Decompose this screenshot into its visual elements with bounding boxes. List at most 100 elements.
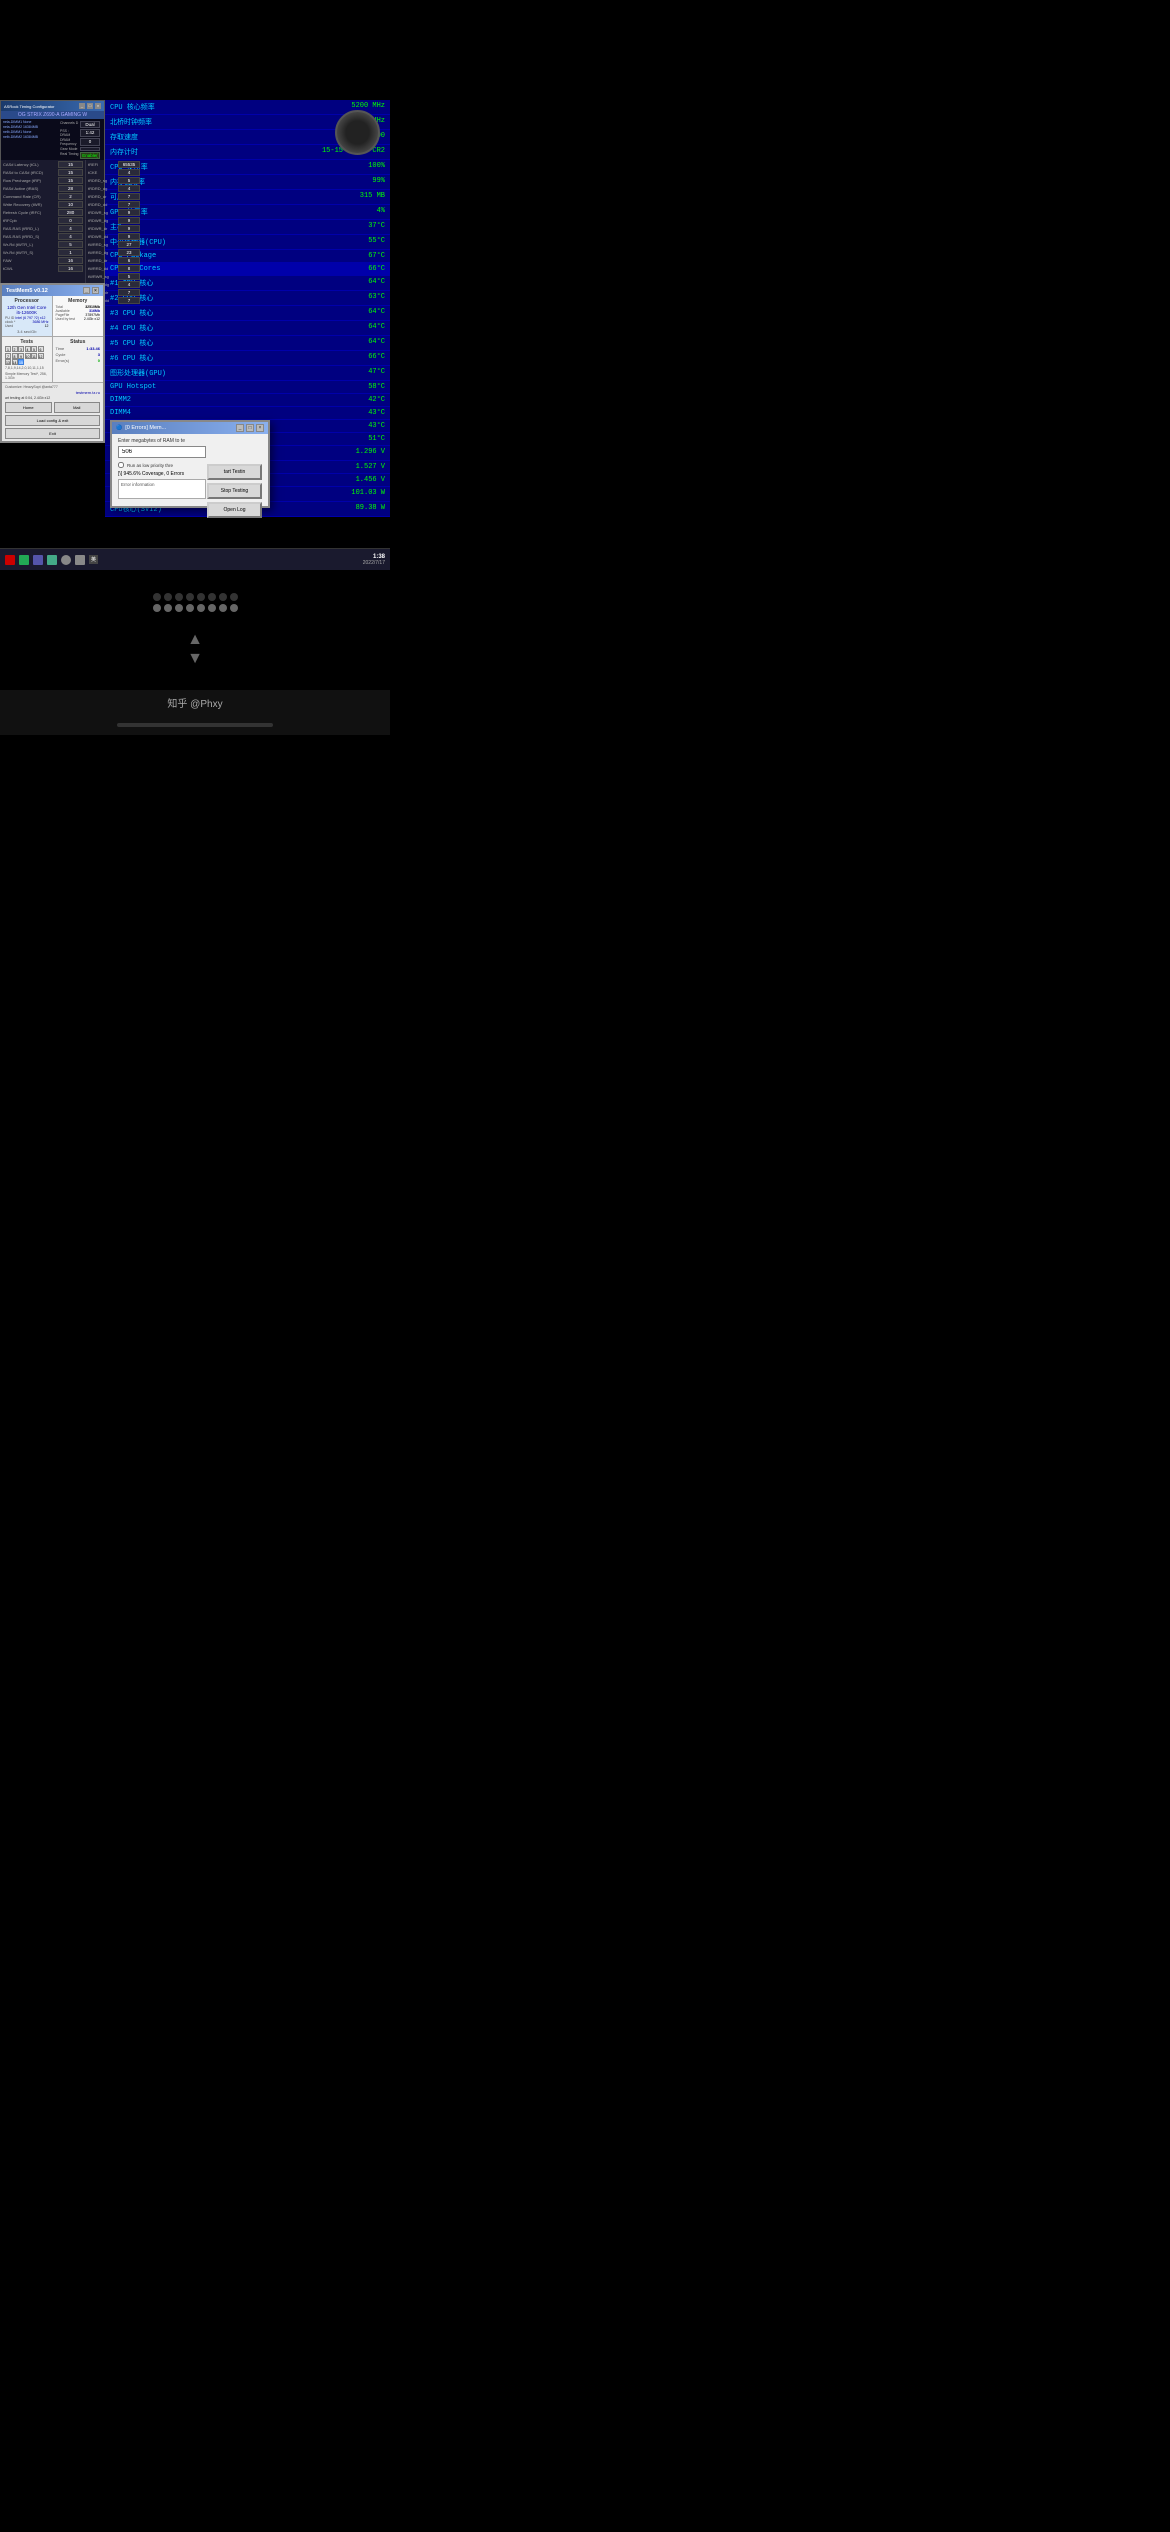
footer-text: 知乎 @Phxy [167,699,222,710]
asrock-minimize-btn[interactable]: _ [79,103,85,109]
hw-label-dimm2: DIMM2 [110,396,131,404]
test-15[interactable]: 15 [18,359,24,365]
testing-info: art testing at 0:04, 2.4Gb x12 [5,396,100,400]
test-13[interactable]: 13 [5,359,11,365]
test-5[interactable]: 5 [31,346,37,352]
hw-row-16: #5 CPU 核心 64°C [105,336,390,351]
test-3[interactable]: 3 [18,346,24,352]
hw-label-mem-timing: 内存计时 [110,147,138,157]
test-9[interactable]: 9 [18,353,24,359]
dialog-button-group: tart Testin Stop Testing Open Log [207,464,262,518]
taskbar-system-icon-3[interactable] [33,555,43,565]
asrock-window-controls: _ □ × [79,103,101,109]
dialog-error-label: Error information [121,482,155,487]
open-log-button[interactable]: Open Log [207,502,262,518]
exit-button[interactable]: Exit [5,428,100,439]
test-2[interactable]: 2 [12,346,18,352]
dialog-priority-checkbox[interactable] [118,462,124,468]
home-indicator-bar[interactable] [0,715,390,735]
hw-value-power2: 89.38 W [356,504,385,514]
load-config-button[interactable]: Load config & exit [5,415,100,426]
test-8[interactable]: 8 [12,353,18,359]
asrock-titlebar[interactable]: ASRock Timing Configurator _ □ × [1,101,104,111]
hw-row-5: 内存使用率 99% [105,175,390,190]
hw-row-14: #3 CPU 核心 64°C [105,306,390,321]
hw-value-core6: 66°C [368,353,385,363]
test-11[interactable]: 11 [31,353,37,359]
dialog-title-icon: 🔵 [116,425,122,431]
bottom-black: ▲ ▼ [0,570,390,690]
taskbar-system-icon-1[interactable] [5,555,15,565]
hw-value-core2: 63°C [368,293,385,303]
testmem-minimize-btn[interactable]: _ [83,287,90,294]
home-button[interactable]: Home [5,402,52,413]
hw-value-cpu-usage: 100% [368,162,385,172]
hw-row-12: #1 CPU 核心 64°C [105,276,390,291]
home-bar[interactable] [117,723,273,727]
taskbar-lang-icon[interactable]: 英 [89,555,98,564]
asrock-board-header: OG STRIX Z690-A GAMING W [1,111,104,119]
taskbar-system-icon-5[interactable] [61,555,71,565]
mail-button[interactable]: Mail [54,402,101,413]
top-black-area [0,0,390,100]
hw-label-fsb: 北桥时钟频率 [110,117,152,127]
dialog-titlebar[interactable]: 🔵 [0 Errors] Mem... _ □ × [112,422,268,434]
test-1[interactable]: 1 [5,346,11,352]
up-arrow-icon[interactable]: ▲ [187,632,203,648]
hw-value-core3: 64°C [368,308,385,318]
hw-value-dimm4: 43°C [368,409,385,417]
down-arrow-icon[interactable]: ▼ [187,651,203,667]
keyboard-icon[interactable] [153,593,238,612]
test-6[interactable]: 6 [38,346,44,352]
hw-row-4: CPU 使用率 100% [105,160,390,175]
hw-row-7: GPU 使用率 4% [105,205,390,220]
taskbar-left: 英 [5,555,98,565]
asrock-maximize-btn[interactable]: □ [87,103,93,109]
hw-value-gpu-hotspot: 58°C [368,383,385,391]
test-4[interactable]: 4 [25,346,31,352]
testmem-title-text: TestMem5 v0.12 [6,288,48,294]
dialog-minimize-btn[interactable]: _ [236,424,244,432]
hw-label-gpu-hotspot: GPU Hotspot [110,383,156,391]
start-testing-button[interactable]: tart Testin [207,464,262,480]
dialog-restore-btn[interactable]: □ [246,424,254,432]
customize-url: testmem.tz.ru [5,390,100,395]
hw-value-power1: 101.03 W [351,489,385,499]
dialog-ram-input[interactable] [118,446,206,458]
test-10[interactable]: 10 [25,353,31,359]
test-14[interactable]: 14 [12,359,18,365]
hw-row-11: CPU IA Cores 66°C [105,263,390,276]
hw-row-21: DIMM4 43°C [105,407,390,420]
hw-value-core1: 64°C [368,278,385,288]
hw-row-18: 图形处理器(GPU) 47°C [105,366,390,381]
hw-value-dimm-v: 1.527 V [356,463,385,471]
stop-testing-button[interactable]: Stop Testing [207,483,262,499]
hw-label-gpu-temp: 图形处理器(GPU) [110,368,166,378]
test-12[interactable]: 12 [38,353,44,359]
dialog-close-btn[interactable]: × [256,424,264,432]
testmem-titlebar[interactable]: TestMem5 v0.12 _ × [2,285,103,296]
hw-row-15: #4 CPU 核心 64°C [105,321,390,336]
testmem-main-window: TestMem5 v0.12 _ × Processor 12th Gen In… [0,283,105,443]
hw-row-17: #6 CPU 核心 66°C [105,351,390,366]
hw-value-mem-usage: 99% [372,177,385,187]
test-desc-text: Simple Memory Test*, 256, 1.3Gb [5,372,49,380]
hw-label-dimm4: DIMM4 [110,409,131,417]
dialog-priority-label: Run as low priority thre [127,463,173,468]
hw-label-mem-speed: 存取速度 [110,132,138,142]
taskbar-system-icon-6[interactable] [75,555,85,565]
hw-label-core4: #4 CPU 核心 [110,323,153,333]
test-7[interactable]: 7 [5,353,11,359]
nav-arrows[interactable]: ▲ ▼ [187,632,203,667]
hw-value-nvme2: 51°C [368,435,385,443]
camera-circle [335,110,380,155]
hw-value-cpu-ia: 66°C [368,265,385,273]
hw-value-cpu-temp: 55°C [368,237,385,247]
taskbar-system-icon-4[interactable] [47,555,57,565]
dialog-body: Enter megabytes of RAM to te Run as low … [112,434,268,506]
asrock-close-btn[interactable]: × [95,103,101,109]
testmem-close-btn[interactable]: × [92,287,99,294]
taskbar-system-icon-2[interactable] [19,555,29,565]
hw-value-free-mem: 315 MB [360,192,385,202]
cpu-name: 12th Gen Intel Core i5-12600K [5,305,49,315]
